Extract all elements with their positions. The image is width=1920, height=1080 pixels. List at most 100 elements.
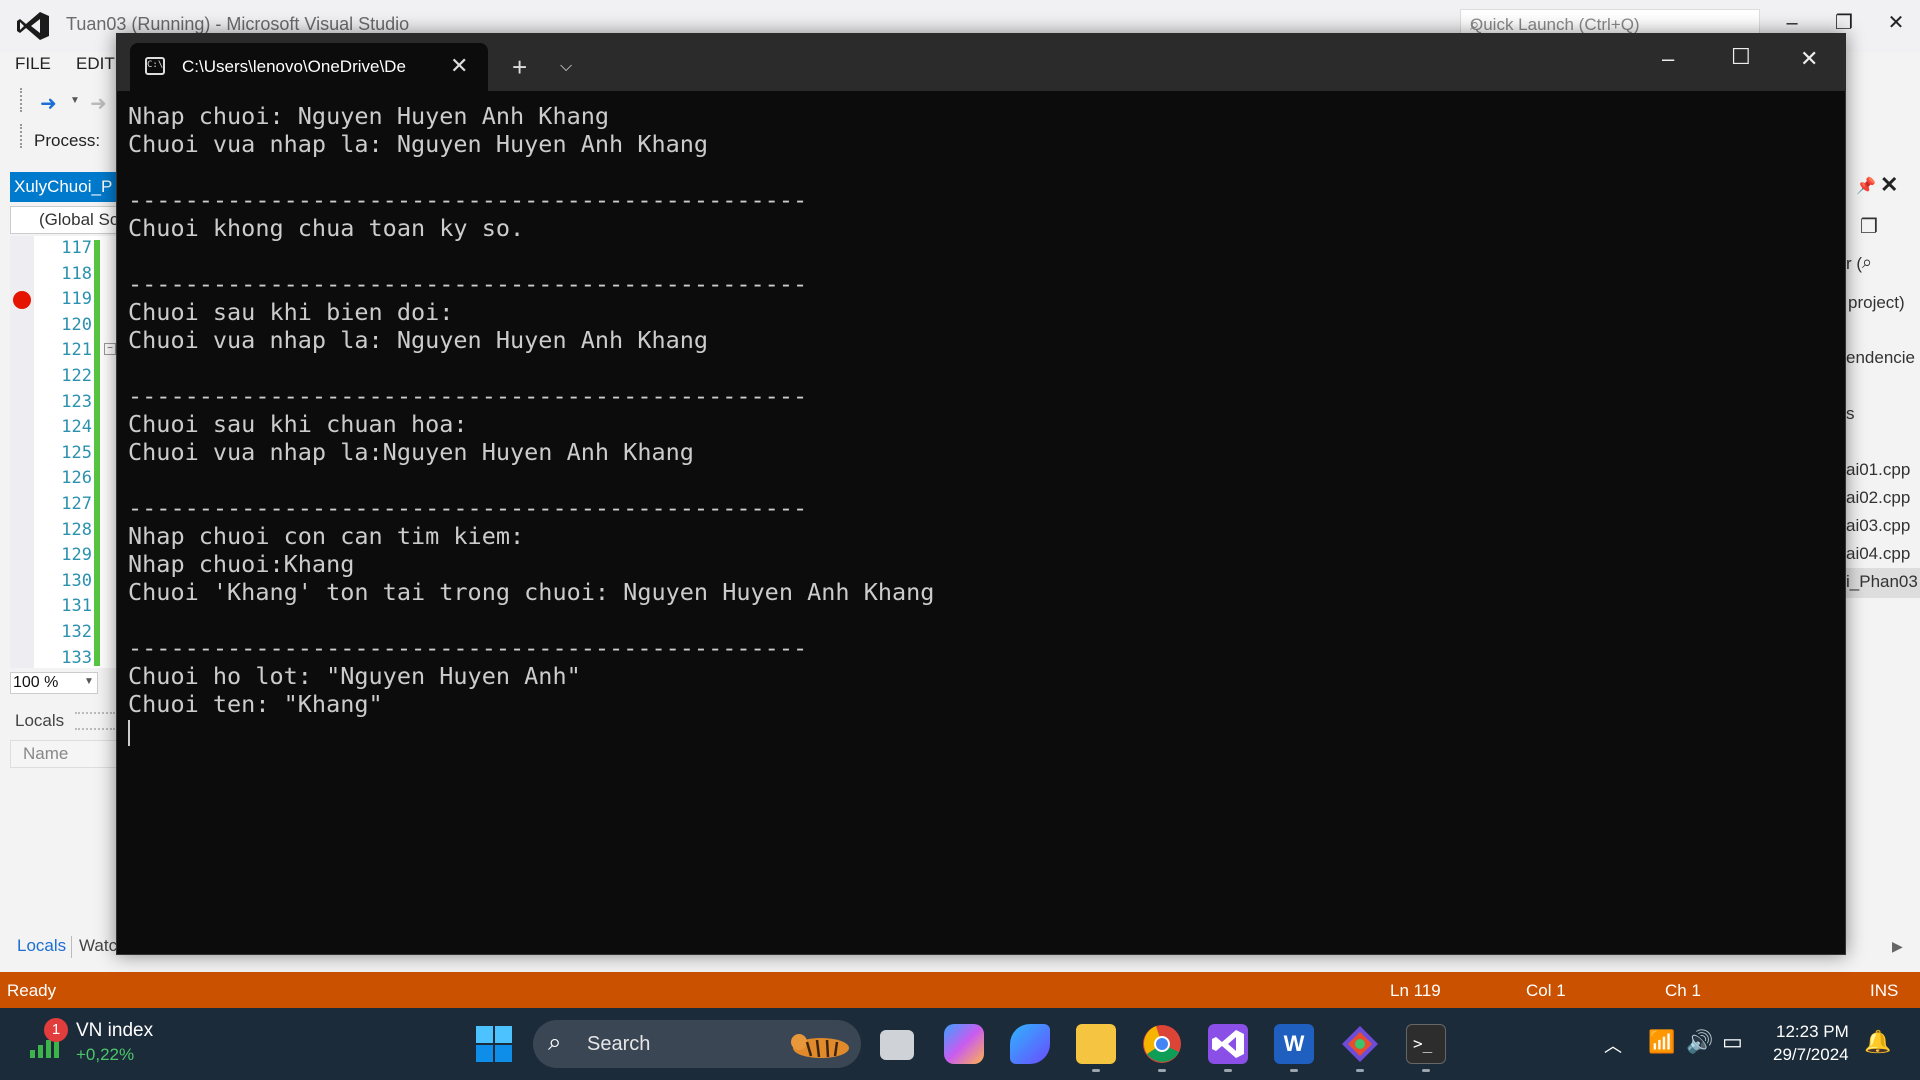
solution-file-item[interactable]: ai04.cpp — [1846, 544, 1910, 564]
volume-icon[interactable]: 🔊 — [1686, 1029, 1713, 1055]
chevron-down-icon[interactable]: ▼ — [70, 95, 80, 106]
copilot-icon[interactable] — [944, 1024, 984, 1064]
panel-grip[interactable] — [75, 712, 115, 730]
output-line: Chuoi 'Khang' ton tai trong chuoi: Nguye… — [128, 578, 935, 606]
output-line: ----------------------------------------… — [128, 634, 808, 662]
output-line: Nhap chuoi: Nguyen Huyen Anh Khang — [128, 102, 610, 130]
output-line: Chuoi ho lot: "Nguyen Huyen Anh" — [128, 662, 581, 690]
search-icon[interactable]: ⌕ — [1862, 252, 1872, 273]
output-line: Chuoi vua nhap la: Nguyen Huyen Anh Khan… — [128, 326, 709, 354]
close-icon[interactable]: ✕ — [1880, 172, 1898, 198]
toolbar-grip[interactable] — [20, 88, 26, 112]
line-number: 129 — [61, 545, 92, 566]
output-line: Chuoi ten: "Khang" — [128, 690, 383, 718]
menu-file[interactable]: FILE — [15, 54, 51, 74]
vs-window-title: Tuan03 (Running) - Microsoft Visual Stud… — [66, 14, 410, 34]
line-number: 117 — [61, 238, 92, 258]
line-number: 121 — [61, 340, 92, 361]
file-explorer-icon[interactable] — [1076, 1024, 1116, 1064]
vs-close-button[interactable]: ✕ — [1876, 8, 1916, 38]
navigate-back-icon[interactable]: ➜ — [40, 91, 57, 116]
solution-item[interactable]: s — [1846, 404, 1855, 424]
battery-icon[interactable]: ▭ — [1722, 1029, 1743, 1055]
maximize-icon[interactable]: ☐ — [1731, 44, 1751, 70]
output-line: Nhap chuoi con can tim kiem: — [128, 522, 525, 550]
output-line: ----------------------------------------… — [128, 186, 808, 214]
widget-change[interactable]: +0,22% — [76, 1045, 134, 1065]
tab-watch[interactable]: Watc — [79, 936, 117, 956]
output-line: ----------------------------------------… — [128, 382, 808, 410]
chevron-down-icon[interactable]: ▼ — [84, 676, 94, 687]
clock-time[interactable]: 12:23 PM — [1776, 1022, 1849, 1042]
tiger-icon — [791, 1034, 849, 1058]
locals-panel-title: Locals — [15, 711, 65, 730]
menu-edit[interactable]: EDIT — [76, 54, 115, 74]
close-tab-icon[interactable]: ✕ — [450, 53, 468, 79]
status-char: Ch 1 — [1665, 981, 1701, 1000]
name-column-header[interactable]: Name — [10, 740, 118, 768]
terminal-tab-title: C:\Users\lenovo\OneDrive\De — [182, 57, 406, 76]
line-number: 119 — [61, 289, 92, 310]
running-indicator — [1422, 1069, 1430, 1072]
document-tab[interactable]: XulyChuoi_P — [10, 172, 118, 202]
solution-file-item[interactable]: ai03.cpp — [1846, 516, 1910, 536]
solution-file-item[interactable]: ai01.cpp — [1846, 460, 1910, 480]
status-insert-mode: INS — [1870, 981, 1899, 1000]
solution-file-item[interactable]: ai02.cpp — [1846, 488, 1910, 508]
line-number: 125 — [61, 442, 92, 463]
collapse-toggle-icon[interactable]: − — [104, 343, 116, 355]
close-icon[interactable]: ✕ — [1800, 46, 1818, 72]
bing-icon[interactable] — [1010, 1024, 1050, 1064]
notification-bell-icon[interactable]: 🔔 — [1864, 1029, 1891, 1055]
line-number: 122 — [61, 365, 92, 386]
line-number: 133 — [61, 647, 92, 668]
visual-studio-icon[interactable] — [1208, 1024, 1248, 1064]
navigate-forward-icon[interactable]: ➜ — [90, 91, 107, 116]
chevron-up-icon[interactable]: ︿ — [1604, 1032, 1622, 1058]
running-indicator — [1290, 1069, 1298, 1072]
tab-locals[interactable]: Locals — [17, 936, 66, 956]
status-ready: Ready — [7, 981, 57, 1000]
task-view-icon[interactable] — [880, 1030, 914, 1060]
word-icon[interactable]: W — [1274, 1024, 1314, 1064]
line-number: 126 — [61, 468, 92, 489]
line-number: 123 — [61, 391, 92, 412]
status-line: Ln 119 — [1390, 981, 1441, 1000]
solution-item[interactable]: endencie — [1846, 348, 1915, 368]
running-indicator — [1224, 1069, 1232, 1072]
output-line: Chuoi sau khi chuan hoa: — [128, 410, 468, 438]
breakpoint-icon[interactable] — [13, 291, 31, 309]
chevron-down-icon[interactable]: ⌵ — [560, 58, 572, 76]
search-icon: ⌕ — [1470, 15, 1480, 34]
widget-title[interactable]: VN index — [76, 1020, 153, 1042]
tab-divider — [71, 936, 72, 958]
toolbar-grip[interactable] — [20, 124, 26, 148]
search-field-fragment[interactable]: r ( — [1846, 254, 1862, 274]
clock-date[interactable]: 29/7/2024 — [1773, 1045, 1849, 1065]
line-number: 131 — [61, 596, 92, 617]
wifi-icon[interactable]: 📶 — [1648, 1029, 1675, 1055]
solution-file-item-selected[interactable]: i_Phan03 — [1846, 572, 1918, 592]
scroll-right-icon[interactable]: ▶ — [1892, 938, 1903, 955]
git-icon[interactable] — [1340, 1024, 1380, 1064]
line-number: 132 — [61, 621, 92, 642]
output-line: ----------------------------------------… — [128, 494, 808, 522]
pin-icon[interactable]: 📌 — [1856, 176, 1876, 196]
scope-dropdown[interactable]: (Global Sc — [10, 206, 118, 234]
search-label: Search — [587, 1033, 651, 1055]
windows-start-icon[interactable] — [476, 1026, 512, 1062]
running-indicator — [1356, 1069, 1364, 1072]
line-number: 128 — [61, 519, 92, 540]
minimize-icon[interactable]: – — [1662, 46, 1674, 72]
output-line: ----------------------------------------… — [128, 270, 808, 298]
chrome-icon[interactable] — [1142, 1024, 1182, 1064]
windows-icon[interactable]: ❐ — [1860, 214, 1878, 239]
terminal-icon[interactable]: >_ — [1406, 1024, 1446, 1064]
console-icon: C:\ — [145, 57, 165, 75]
terminal-output[interactable]: Nhap chuoi: Nguyen Huyen Anh Khang Chuoi… — [128, 102, 1828, 718]
solution-item[interactable]: project) — [1848, 293, 1905, 313]
new-tab-icon[interactable]: + — [512, 52, 527, 83]
